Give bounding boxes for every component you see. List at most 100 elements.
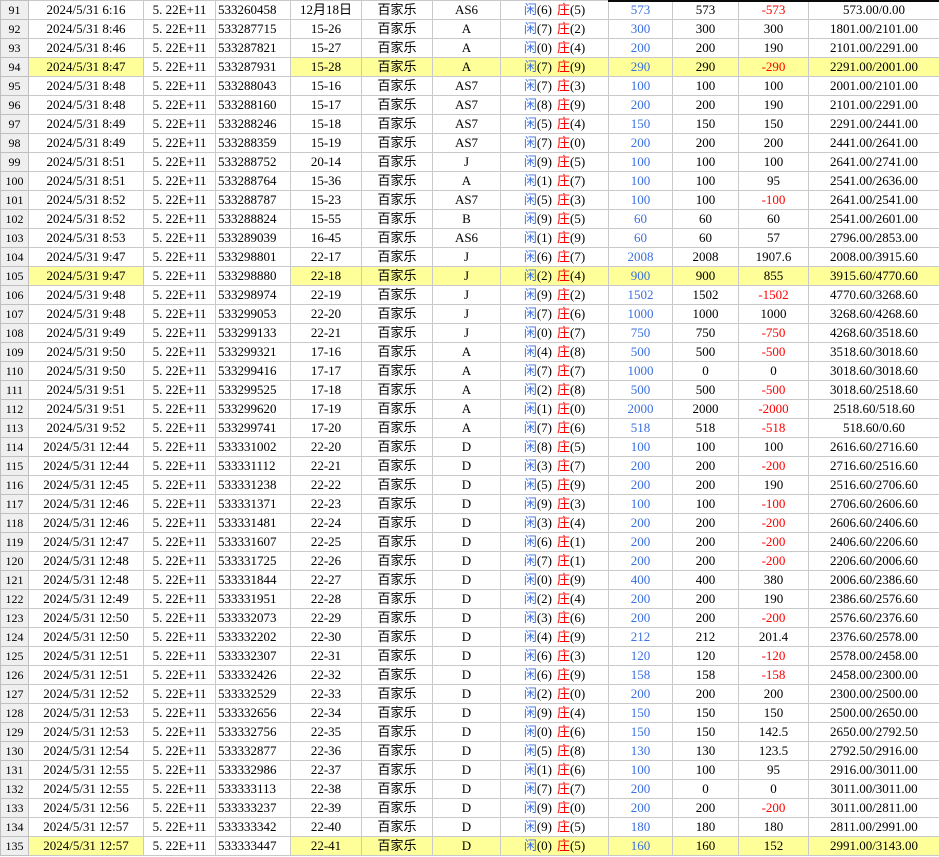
cell-result[interactable]: 闲(3)庄(4)	[501, 514, 609, 533]
cell-datetime[interactable]: 2024/5/31 8:49	[29, 115, 144, 134]
cell-datetime[interactable]: 2024/5/31 6:16	[29, 1, 144, 20]
cell-datetime[interactable]: 2024/5/31 12:50	[29, 609, 144, 628]
cell-table-code[interactable]: A	[433, 39, 501, 58]
row-number[interactable]: 123	[1, 609, 29, 628]
cell-game[interactable]: 百家乐	[362, 761, 433, 780]
cell-id[interactable]: 533332877	[216, 742, 291, 761]
cell-bet[interactable]: 100	[673, 761, 739, 780]
cell-datetime[interactable]: 2024/5/31 12:47	[29, 533, 144, 552]
row-number[interactable]: 130	[1, 742, 29, 761]
cell-game[interactable]: 百家乐	[362, 818, 433, 837]
cell-scientific[interactable]: 5. 22E+11	[144, 628, 216, 647]
cell-game[interactable]: 百家乐	[362, 115, 433, 134]
cell-datetime[interactable]: 2024/5/31 8:52	[29, 191, 144, 210]
cell-scientific[interactable]: 5. 22E+11	[144, 685, 216, 704]
cell-table-code[interactable]: D	[433, 590, 501, 609]
cell-winloss[interactable]: 95	[739, 172, 809, 191]
cell-winloss[interactable]: 142.5	[739, 723, 809, 742]
cell-bet[interactable]: 750	[673, 324, 739, 343]
cell-game[interactable]: 百家乐	[362, 742, 433, 761]
cell-round[interactable]: 22-32	[291, 666, 362, 685]
row-number[interactable]: 101	[1, 191, 29, 210]
cell-datetime[interactable]: 2024/5/31 9:48	[29, 305, 144, 324]
cell-amount[interactable]: 100	[609, 761, 673, 780]
cell-table-code[interactable]: AS7	[433, 134, 501, 153]
row-number[interactable]: 93	[1, 39, 29, 58]
cell-balance[interactable]: 2386.60/2576.60	[809, 590, 939, 609]
cell-balance[interactable]: 2006.60/2386.60	[809, 571, 939, 590]
cell-result[interactable]: 闲(5)庄(3)	[501, 191, 609, 210]
cell-bet[interactable]: 150	[673, 115, 739, 134]
cell-balance[interactable]: 2606.60/2406.60	[809, 514, 939, 533]
cell-datetime[interactable]: 2024/5/31 12:55	[29, 761, 144, 780]
cell-game[interactable]: 百家乐	[362, 305, 433, 324]
cell-id[interactable]: 533289039	[216, 229, 291, 248]
row-number[interactable]: 122	[1, 590, 29, 609]
row-number[interactable]: 113	[1, 419, 29, 438]
cell-scientific[interactable]: 5. 22E+11	[144, 457, 216, 476]
cell-id[interactable]: 533287821	[216, 39, 291, 58]
cell-result[interactable]: 闲(6)庄(1)	[501, 533, 609, 552]
cell-balance[interactable]: 3915.60/4770.60	[809, 267, 939, 286]
cell-game[interactable]: 百家乐	[362, 476, 433, 495]
cell-result[interactable]: 闲(6)庄(5)	[501, 1, 609, 20]
cell-amount[interactable]: 2000	[609, 400, 673, 419]
cell-table-code[interactable]: D	[433, 666, 501, 685]
cell-scientific[interactable]: 5. 22E+11	[144, 514, 216, 533]
cell-bet[interactable]: 200	[673, 799, 739, 818]
cell-result[interactable]: 闲(2)庄(4)	[501, 267, 609, 286]
cell-table-code[interactable]: D	[433, 837, 501, 856]
cell-balance[interactable]: 2796.00/2853.00	[809, 229, 939, 248]
cell-game[interactable]: 百家乐	[362, 210, 433, 229]
cell-balance[interactable]: 3011.00/2811.00	[809, 799, 939, 818]
cell-id[interactable]: 533298801	[216, 248, 291, 267]
cell-winloss[interactable]: 200	[739, 685, 809, 704]
cell-result[interactable]: 闲(9)庄(5)	[501, 153, 609, 172]
cell-round[interactable]: 22-36	[291, 742, 362, 761]
cell-round[interactable]: 22-28	[291, 590, 362, 609]
cell-scientific[interactable]: 5. 22E+11	[144, 780, 216, 799]
cell-result[interactable]: 闲(7)庄(9)	[501, 58, 609, 77]
cell-winloss[interactable]: 190	[739, 39, 809, 58]
cell-scientific[interactable]: 5. 22E+11	[144, 609, 216, 628]
cell-table-code[interactable]: J	[433, 305, 501, 324]
cell-result[interactable]: 闲(0)庄(5)	[501, 837, 609, 856]
cell-scientific[interactable]: 5. 22E+11	[144, 172, 216, 191]
cell-bet[interactable]: 150	[673, 723, 739, 742]
cell-bet[interactable]: 200	[673, 457, 739, 476]
cell-scientific[interactable]: 5. 22E+11	[144, 267, 216, 286]
cell-datetime[interactable]: 2024/5/31 12:44	[29, 438, 144, 457]
cell-bet[interactable]: 1502	[673, 286, 739, 305]
cell-id[interactable]: 533332529	[216, 685, 291, 704]
cell-balance[interactable]: 1801.00/2101.00	[809, 20, 939, 39]
cell-game[interactable]: 百家乐	[362, 77, 433, 96]
cell-balance[interactable]: 2291.00/2001.00	[809, 58, 939, 77]
cell-balance[interactable]: 573.00/0.00	[809, 1, 939, 20]
cell-game[interactable]: 百家乐	[362, 343, 433, 362]
cell-scientific[interactable]: 5. 22E+11	[144, 723, 216, 742]
cell-id[interactable]: 533288043	[216, 77, 291, 96]
cell-winloss[interactable]: 1907.6	[739, 248, 809, 267]
cell-id[interactable]: 533331238	[216, 476, 291, 495]
cell-table-code[interactable]: A	[433, 362, 501, 381]
cell-bet[interactable]: 150	[673, 704, 739, 723]
cell-datetime[interactable]: 2024/5/31 8:48	[29, 77, 144, 96]
cell-winloss[interactable]: -158	[739, 666, 809, 685]
cell-balance[interactable]: 2406.60/2206.60	[809, 533, 939, 552]
cell-scientific[interactable]: 5. 22E+11	[144, 362, 216, 381]
cell-round[interactable]: 22-37	[291, 761, 362, 780]
cell-winloss[interactable]: 0	[739, 362, 809, 381]
cell-game[interactable]: 百家乐	[362, 647, 433, 666]
cell-id[interactable]: 533288246	[216, 115, 291, 134]
row-number[interactable]: 102	[1, 210, 29, 229]
row-number[interactable]: 124	[1, 628, 29, 647]
cell-id[interactable]: 533331002	[216, 438, 291, 457]
cell-game[interactable]: 百家乐	[362, 419, 433, 438]
cell-winloss[interactable]: -120	[739, 647, 809, 666]
cell-winloss[interactable]: 300	[739, 20, 809, 39]
cell-result[interactable]: 闲(9)庄(3)	[501, 495, 609, 514]
cell-round[interactable]: 16-45	[291, 229, 362, 248]
cell-id[interactable]: 533298974	[216, 286, 291, 305]
cell-game[interactable]: 百家乐	[362, 723, 433, 742]
row-number[interactable]: 119	[1, 533, 29, 552]
